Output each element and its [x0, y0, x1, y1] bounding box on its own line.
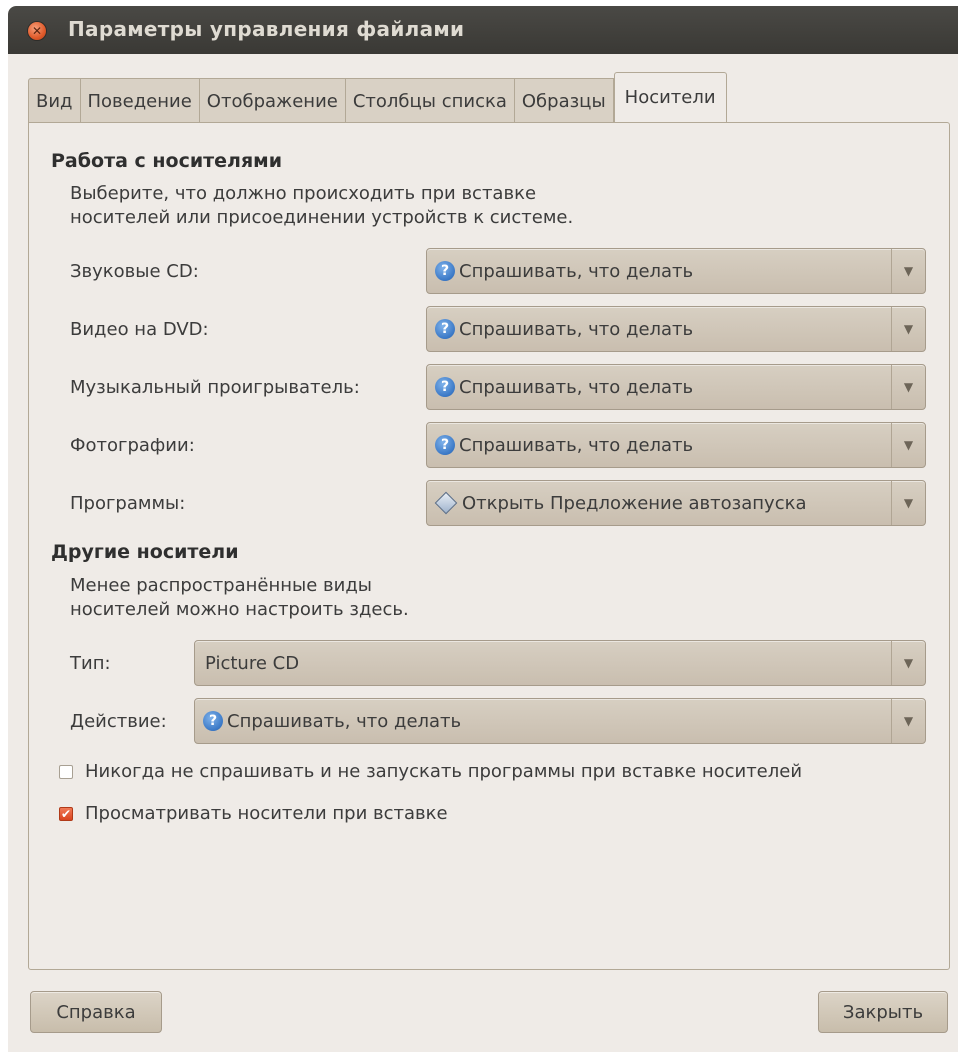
music-player-combo[interactable]: ? Спрашивать, что делать ▼: [426, 364, 926, 410]
question-icon: ?: [435, 261, 455, 281]
tab-preview[interactable]: Образцы: [514, 78, 614, 124]
browse-media-label: Просматривать носители при вставке: [85, 803, 448, 824]
photos-label: Фотографии:: [70, 435, 195, 456]
tab-bar: Вид Поведение Отображение Столбцы списка…: [28, 72, 727, 124]
audio-cd-value: Спрашивать, что делать: [459, 260, 694, 282]
help-button[interactable]: Справка: [30, 991, 162, 1033]
tab-display[interactable]: Отображение: [199, 78, 346, 124]
never-ask-option[interactable]: Никогда не спрашивать и не запускать про…: [59, 761, 802, 782]
software-label: Программы:: [70, 493, 186, 514]
audio-cd-combo[interactable]: ? Спрашивать, что делать ▼: [426, 248, 926, 294]
chevron-down-icon: ▼: [891, 307, 925, 351]
other-media-heading: Другие носители: [51, 541, 239, 563]
photos-value: Спрашивать, что делать: [459, 434, 694, 456]
software-combo[interactable]: Открыть Предложение автозапуска ▼: [426, 480, 926, 526]
preferences-window: ✕ Параметры управления файлами Вид Повед…: [8, 6, 958, 1052]
music-player-value: Спрашивать, что делать: [459, 376, 694, 398]
browse-media-option[interactable]: ✔ Просматривать носители при вставке: [59, 803, 448, 824]
tab-list-columns[interactable]: Столбцы списка: [345, 78, 515, 124]
tab-media[interactable]: Носители: [613, 72, 727, 122]
media-tab-panel: Работа с носителями Выберите, что должно…: [28, 122, 950, 970]
action-value: Спрашивать, что делать: [227, 710, 462, 732]
media-handling-description: Выберите, что должно происходить при вст…: [70, 183, 574, 228]
other-media-description: Менее распространённые виды носителей мо…: [70, 575, 409, 620]
software-value: Открыть Предложение автозапуска: [462, 492, 807, 514]
tab-view[interactable]: Вид: [28, 78, 81, 124]
media-handling-heading: Работа с носителями: [51, 150, 283, 172]
dvd-video-value: Спрашивать, что делать: [459, 318, 694, 340]
never-ask-label: Никогда не спрашивать и не запускать про…: [85, 761, 803, 782]
chevron-down-icon: ▼: [891, 423, 925, 467]
action-label: Действие:: [70, 711, 167, 732]
chevron-down-icon: ▼: [891, 641, 925, 685]
photos-combo[interactable]: ? Спрашивать, что делать ▼: [426, 422, 926, 468]
chevron-down-icon: ▼: [891, 699, 925, 743]
music-player-label: Музыкальный проигрыватель:: [70, 377, 360, 398]
close-window-icon[interactable]: ✕: [28, 22, 46, 40]
title-bar[interactable]: ✕ Параметры управления файлами: [8, 6, 958, 54]
question-icon: ?: [435, 435, 455, 455]
type-label: Тип:: [70, 653, 111, 674]
dvd-video-combo[interactable]: ? Спрашивать, что делать ▼: [426, 306, 926, 352]
tab-behavior[interactable]: Поведение: [80, 78, 200, 124]
question-icon: ?: [435, 377, 455, 397]
dvd-video-label: Видео на DVD:: [70, 319, 209, 340]
question-icon: ?: [435, 319, 455, 339]
autorun-diamond-icon: [434, 491, 458, 515]
audio-cd-label: Звуковые CD:: [70, 261, 199, 282]
chevron-down-icon: ▼: [891, 365, 925, 409]
chevron-down-icon: ▼: [891, 249, 925, 293]
browse-media-checkbox[interactable]: ✔: [59, 806, 73, 821]
never-ask-checkbox[interactable]: [59, 764, 73, 779]
chevron-down-icon: ▼: [891, 481, 925, 525]
close-button[interactable]: Закрыть: [818, 991, 948, 1033]
question-icon: ?: [203, 711, 223, 731]
type-value: Picture CD: [205, 652, 300, 674]
action-combo[interactable]: ? Спрашивать, что делать ▼: [194, 698, 926, 744]
window-title: Параметры управления файлами: [68, 17, 465, 41]
type-combo[interactable]: Picture CD ▼: [194, 640, 926, 686]
